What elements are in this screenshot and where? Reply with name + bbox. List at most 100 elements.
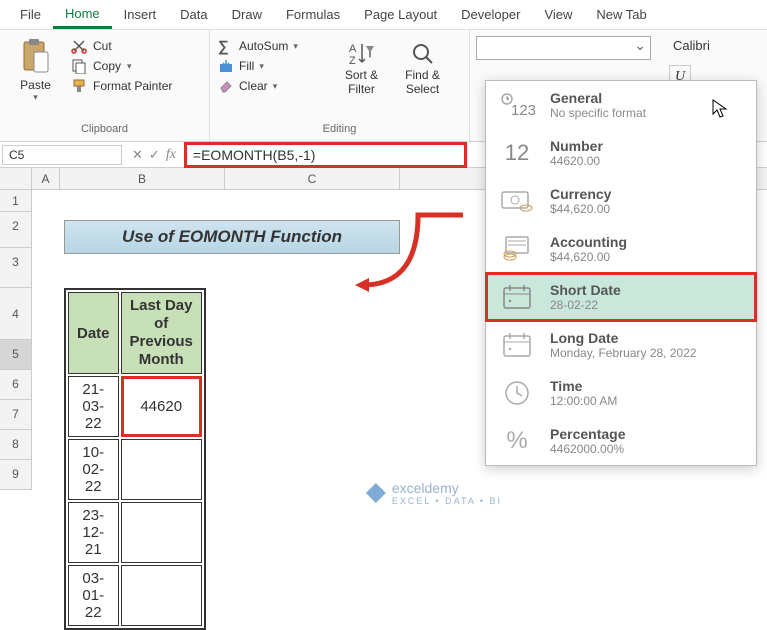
menu-view[interactable]: View xyxy=(532,2,584,27)
fill-button[interactable]: Fill ▾ xyxy=(218,58,328,74)
fill-icon xyxy=(218,58,234,74)
format-option-percentage[interactable]: % Percentage4462000.00% xyxy=(486,417,756,465)
format-option-accounting[interactable]: Accounting$44,620.00 xyxy=(486,225,756,273)
menu-new-tab[interactable]: New Tab xyxy=(584,2,658,27)
menu-draw[interactable]: Draw xyxy=(220,2,274,27)
opt-sub: $44,620.00 xyxy=(550,250,627,264)
font-name-dropdown[interactable]: Calibri xyxy=(669,36,714,55)
data-table: Date Last Day of Previous Month 21-03-22… xyxy=(64,288,206,630)
menu-insert[interactable]: Insert xyxy=(112,2,169,27)
autosum-label: AutoSum xyxy=(239,39,288,53)
opt-sub: 12:00:00 AM xyxy=(550,394,617,408)
fx-icon[interactable]: fx xyxy=(166,147,176,163)
menu-bar: File Home Insert Data Draw Formulas Page… xyxy=(0,0,767,30)
format-painter-label: Format Painter xyxy=(93,79,172,93)
calendar-icon xyxy=(498,329,536,361)
search-icon xyxy=(409,40,437,68)
cell-c8[interactable] xyxy=(121,565,202,626)
col-header-b[interactable]: B xyxy=(60,168,225,189)
row-header-1[interactable]: 1 xyxy=(0,190,32,212)
title-banner: Use of EOMONTH Function xyxy=(64,220,400,254)
col-header-a[interactable]: A xyxy=(32,168,60,189)
autosum-button[interactable]: ∑ AutoSum ▾ xyxy=(218,38,328,54)
find-select-button[interactable]: Find & Select xyxy=(395,38,450,123)
number-icon: 12 xyxy=(498,137,536,169)
copy-label: Copy xyxy=(93,59,121,73)
row-header-3[interactable]: 3 xyxy=(0,248,32,288)
sigma-icon: ∑ xyxy=(218,38,234,54)
table-header-date[interactable]: Date xyxy=(68,292,119,374)
cut-label: Cut xyxy=(93,39,112,53)
table-header-lastday[interactable]: Last Day of Previous Month xyxy=(121,292,202,374)
menu-file[interactable]: File xyxy=(8,2,53,27)
chevron-down-icon: ▾ xyxy=(293,41,298,52)
menu-page-layout[interactable]: Page Layout xyxy=(352,2,449,27)
cell-c7[interactable] xyxy=(121,502,202,563)
cell-b5[interactable]: 21-03-22 xyxy=(68,376,119,437)
find-select-label: Find & Select xyxy=(405,68,440,96)
cell-b6[interactable]: 10-02-22 xyxy=(68,439,119,500)
editing-group-label: Editing xyxy=(218,123,461,137)
menu-developer[interactable]: Developer xyxy=(449,2,532,27)
copy-button[interactable]: Copy ▾ xyxy=(71,58,172,74)
select-all-corner[interactable] xyxy=(0,168,32,189)
cell-b8[interactable]: 03-01-22 xyxy=(68,565,119,626)
row-header-7[interactable]: 7 xyxy=(0,400,32,430)
menu-formulas[interactable]: Formulas xyxy=(274,2,352,27)
paintbrush-icon xyxy=(71,78,87,94)
sort-filter-label: Sort & Filter xyxy=(345,68,378,96)
general-icon: 123 xyxy=(498,89,536,121)
clipboard-group-label: Clipboard xyxy=(8,123,201,137)
clear-label: Clear xyxy=(239,79,268,93)
row-header-4[interactable]: 4 xyxy=(0,288,32,340)
opt-sub: 44620.00 xyxy=(550,154,603,168)
menu-home[interactable]: Home xyxy=(53,1,112,29)
opt-title: Long Date xyxy=(550,330,697,346)
row-header-5[interactable]: 5 xyxy=(0,340,32,370)
paste-button[interactable]: Paste ▾ xyxy=(8,34,63,123)
opt-sub: 28-02-22 xyxy=(550,298,621,312)
cancel-icon[interactable]: ✕ xyxy=(132,147,143,163)
row-header-2[interactable]: 2 xyxy=(0,212,32,248)
enter-icon[interactable]: ✓ xyxy=(149,147,160,163)
svg-text:A: A xyxy=(349,43,357,55)
row-header-8[interactable]: 8 xyxy=(0,430,32,460)
opt-title: Short Date xyxy=(550,282,621,298)
format-option-short-date[interactable]: Short Date28-02-22 xyxy=(486,273,756,321)
formula-input[interactable]: =EOMONTH(B5,-1) xyxy=(184,142,467,168)
editing-group: ∑ AutoSum ▾ Fill ▾ Clear ▾ AZ Sort & Fil… xyxy=(210,30,470,141)
number-format-dropdown[interactable] xyxy=(476,36,651,60)
cell-c5[interactable]: 44620 xyxy=(121,376,202,437)
opt-sub: No specific format xyxy=(550,106,646,120)
clock-icon xyxy=(498,377,536,409)
format-option-time[interactable]: Time12:00:00 AM xyxy=(486,369,756,417)
menu-data[interactable]: Data xyxy=(168,2,219,27)
cell-b7[interactable]: 23-12-21 xyxy=(68,502,119,563)
paste-icon xyxy=(20,38,52,76)
copy-icon xyxy=(71,58,87,74)
format-option-currency[interactable]: Currency$44,620.00 xyxy=(486,177,756,225)
opt-title: Percentage xyxy=(550,426,625,442)
chevron-down-icon: ▾ xyxy=(273,81,278,92)
cut-button[interactable]: Cut xyxy=(71,38,172,54)
watermark-tag: EXCEL • DATA • BI xyxy=(392,496,502,506)
cursor-icon xyxy=(712,99,728,119)
clear-button[interactable]: Clear ▾ xyxy=(218,78,328,94)
sort-filter-button[interactable]: AZ Sort & Filter xyxy=(334,38,389,123)
cell-c6[interactable] xyxy=(121,439,202,500)
opt-title: General xyxy=(550,90,646,106)
scissors-icon xyxy=(71,38,87,54)
row-header-9[interactable]: 9 xyxy=(0,460,32,490)
format-option-long-date[interactable]: Long DateMonday, February 28, 2022 xyxy=(486,321,756,369)
paste-label: Paste xyxy=(20,78,51,92)
opt-title: Time xyxy=(550,378,617,394)
currency-icon xyxy=(498,185,536,217)
format-painter-button[interactable]: Format Painter xyxy=(71,78,172,94)
watermark-logo-icon xyxy=(366,483,386,503)
col-header-c[interactable]: C xyxy=(225,168,400,189)
name-box[interactable]: C5 xyxy=(2,145,122,165)
opt-title: Number xyxy=(550,138,603,154)
row-header-6[interactable]: 6 xyxy=(0,370,32,400)
opt-sub: 4462000.00% xyxy=(550,442,625,456)
format-option-number[interactable]: 12 Number44620.00 xyxy=(486,129,756,177)
